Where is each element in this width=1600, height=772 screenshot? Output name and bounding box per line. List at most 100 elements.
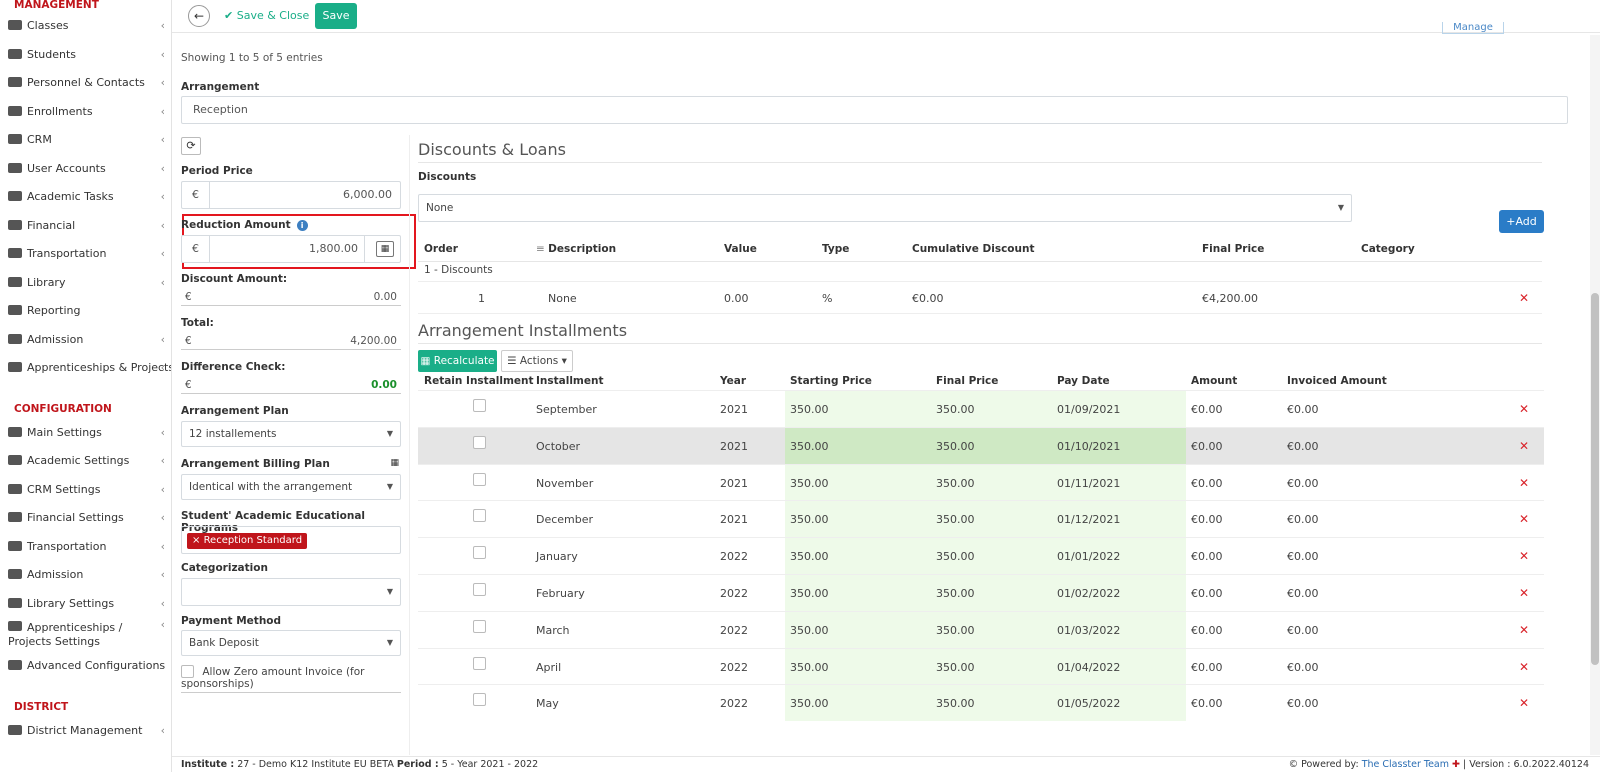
sidebar-item-crm-settings[interactable]: CRM Settings ‹ <box>0 476 171 505</box>
page-scrollbar[interactable] <box>1590 35 1600 755</box>
sidebar-item-label: Financial <box>27 218 76 232</box>
cell-amount: €0.00 <box>1191 587 1223 600</box>
delete-installment-icon[interactable]: ✕ <box>1519 660 1529 674</box>
sidebar-item-academic-tasks[interactable]: Academic Tasks ‹ <box>0 183 171 212</box>
list-icon: ☰ <box>507 355 520 367</box>
sidebar-item-apprenticeships-projects-settings[interactable]: Apprenticeships / Projects Settings ‹ <box>0 618 171 652</box>
column-divider <box>409 135 410 755</box>
sidebar-item-transportation[interactable]: Transportation ‹ <box>0 533 171 562</box>
manage-button[interactable]: Manage <box>1442 22 1504 34</box>
sidebar-item-financial[interactable]: Financial ‹ <box>0 212 171 241</box>
sidebar-item-advanced-configurations[interactable]: Advanced Configurations <box>0 652 171 681</box>
payment-method-select[interactable]: Bank Deposit ▼ <box>181 630 401 656</box>
add-discount-button[interactable]: +Add <box>1499 210 1544 233</box>
sidebar-item-admission[interactable]: Admission ‹ <box>0 561 171 590</box>
retain-checkbox[interactable] <box>473 399 486 412</box>
sidebar-item-admission[interactable]: Admission ‹ <box>0 326 171 355</box>
retain-checkbox[interactable] <box>473 693 486 707</box>
discounts-select[interactable]: None ▼ <box>418 194 1352 222</box>
sidebar-item-personnel-contacts[interactable]: Personnel & Contacts ‹ <box>0 69 171 98</box>
delete-installment-icon[interactable]: ✕ <box>1519 623 1529 637</box>
arrangement-plan-select[interactable]: 12 installements ▼ <box>181 421 401 447</box>
sidebar-item-reporting[interactable]: Reporting <box>0 297 171 326</box>
table-row[interactable]: January 2022 350.00 350.00 01/01/2022 €0.00 €0… <box>418 537 1544 575</box>
billing-plan-select[interactable]: Identical with the arrangement ▼ <box>181 474 401 500</box>
sidebar-item-district-management[interactable]: District Management ‹ <box>0 717 171 746</box>
refresh-button[interactable]: ⟳ <box>181 137 201 155</box>
sidebar-item-library-settings[interactable]: Library Settings ‹ <box>0 590 171 619</box>
price-highlight <box>785 575 1186 611</box>
sidebar-item-main-settings[interactable]: Main Settings ‹ <box>0 419 171 448</box>
sidebar-item-library[interactable]: Library ‹ <box>0 269 171 298</box>
sidebar-item-apprenticeships-projects[interactable]: Apprenticeships & Projects ‹ <box>0 354 171 383</box>
sidebar-item-financial-settings[interactable]: Financial Settings ‹ <box>0 504 171 533</box>
table-row[interactable]: November 2021 350.00 350.00 01/11/2021 €0.00 €… <box>418 463 1544 501</box>
delete-discount-icon[interactable]: ✕ <box>1519 291 1529 305</box>
caret-down-icon: ▼ <box>386 482 393 491</box>
program-tag[interactable]: × Reception Standard <box>187 533 308 549</box>
table-row[interactable]: April 2022 350.00 350.00 01/04/2022 €0.00 €0.0… <box>418 647 1544 685</box>
retain-checkbox[interactable] <box>473 435 486 449</box>
delete-installment-icon[interactable]: ✕ <box>1519 476 1529 490</box>
sidebar-item-students[interactable]: Students ‹ <box>0 41 171 70</box>
delete-installment-icon[interactable]: ✕ <box>1519 439 1529 453</box>
retain-checkbox[interactable] <box>473 472 486 486</box>
sidebar-item-transportation[interactable]: Transportation ‹ <box>0 240 171 269</box>
delete-installment-icon[interactable]: ✕ <box>1519 402 1529 416</box>
categorization-select[interactable]: ▼ <box>181 578 401 606</box>
back-button[interactable]: ← <box>188 5 210 27</box>
retain-checkbox[interactable] <box>473 656 486 670</box>
cell-installment: December <box>536 513 594 527</box>
classter-team-link[interactable]: The Classter Team <box>1362 759 1449 770</box>
calculator-icon[interactable]: ▦ <box>376 241 394 257</box>
classter-logo-icon: ✚ <box>1452 759 1461 770</box>
sidebar-item-label: Advanced Configurations <box>27 659 166 672</box>
retain-checkbox[interactable] <box>473 583 486 596</box>
sidebar-item-enrollments[interactable]: Enrollments ‹ <box>0 98 171 127</box>
reduction-amount-input[interactable]: € 1,800.00 ▦ <box>181 235 401 263</box>
chevron-left-icon: ‹ <box>160 425 165 439</box>
chevron-left-icon: ‹ <box>160 76 165 89</box>
cell-date: 01/05/2022 <box>1057 697 1121 711</box>
actions-dropdown[interactable]: ☰ Actions ▾ <box>501 350 573 372</box>
sidebar-item-crm[interactable]: CRM ‹ <box>0 126 171 155</box>
sidebar-item-label: Library Settings <box>27 596 115 610</box>
cell-final: 350.00 <box>936 513 975 527</box>
delete-installment-icon[interactable]: ✕ <box>1519 512 1529 526</box>
period-price-input[interactable]: € 6,000.00 <box>181 181 401 209</box>
allow-zero-checkbox[interactable] <box>181 665 194 678</box>
info-icon[interactable]: i <box>296 220 308 231</box>
delete-installment-icon[interactable]: ✕ <box>1519 586 1529 600</box>
arrangement-input[interactable]: Reception <box>181 96 1568 124</box>
remove-tag-icon[interactable]: × <box>192 535 204 546</box>
sort-icon[interactable]: ≡ <box>536 243 548 255</box>
table-row[interactable]: February 2022 350.00 350.00 01/02/2022 €0.00 €… <box>418 574 1544 611</box>
save-button[interactable]: Save <box>315 3 357 29</box>
sidebar-item-academic-settings[interactable]: Academic Settings ‹ <box>0 447 171 476</box>
cell-start: 350.00 <box>790 513 829 527</box>
table-row[interactable]: May 2022 350.00 350.00 01/05/2022 €0.00 €0.00 ✕ <box>418 684 1544 722</box>
retain-checkbox[interactable] <box>473 546 486 560</box>
save-and-close-button[interactable]: ✔ Save & Close <box>224 9 309 22</box>
sidebar-item-label: Financial Settings <box>27 511 124 524</box>
delete-installment-icon[interactable]: ✕ <box>1519 696 1529 710</box>
table-row[interactable]: March 2022 350.00 350.00 01/03/2022 €0.00 €0.0… <box>418 610 1544 648</box>
calculator-icon[interactable]: ▦ <box>390 458 399 468</box>
recalculate-button[interactable]: ▦ Recalculate <box>418 350 497 372</box>
chevron-left-icon: ‹ <box>160 511 165 524</box>
table-row[interactable]: September 2021 350.00 350.00 01/09/2021 €0.00… <box>418 390 1544 427</box>
cell-installment: March <box>536 623 570 637</box>
table-row[interactable]: December 2021 350.00 350.00 01/12/2021 €0.00 €… <box>418 500 1544 538</box>
retain-checkbox[interactable] <box>473 509 486 523</box>
retain-checkbox[interactable] <box>473 619 486 633</box>
cell-installment: November <box>536 476 594 490</box>
scroll-thumb[interactable] <box>1591 293 1599 665</box>
table-row[interactable]: October 2021 350.00 350.00 01/10/2021 €0.00 €0… <box>418 426 1544 464</box>
sidebar-item-user-accounts[interactable]: User Accounts ‹ <box>0 155 171 184</box>
col-final-price: Final Price <box>936 375 999 387</box>
program-tag-label: Reception Standard <box>203 535 303 546</box>
sidebar-item-classes[interactable]: Classes ‹ <box>0 12 171 41</box>
programs-multiselect[interactable]: × Reception Standard <box>181 526 401 554</box>
col-description: ≡ Description <box>536 243 616 255</box>
delete-installment-icon[interactable]: ✕ <box>1519 549 1529 563</box>
